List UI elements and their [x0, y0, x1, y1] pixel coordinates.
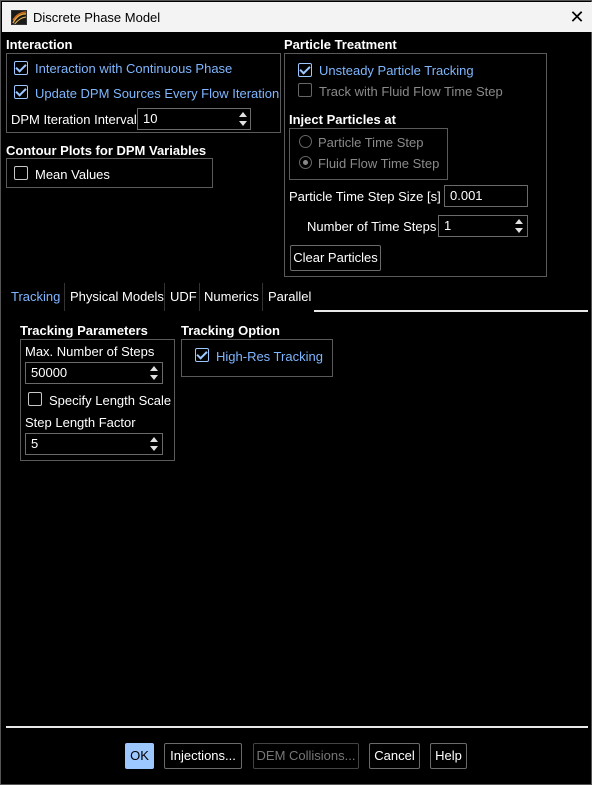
inject-header: Inject Particles at: [289, 112, 396, 127]
track-fluid-checkbox[interactable]: [298, 83, 312, 97]
step-size-value: 0.001: [450, 188, 483, 203]
continuous-phase-checkbox[interactable]: [14, 61, 28, 75]
window-title: Discrete Phase Model: [33, 10, 161, 25]
app-icon: [11, 10, 27, 25]
step-length-value: 5: [31, 436, 39, 451]
tab-tracking[interactable]: Tracking: [6, 283, 65, 311]
tab-parallel[interactable]: Parallel: [263, 283, 316, 311]
iteration-interval-value: 10: [143, 111, 158, 126]
step-length-stepper[interactable]: [148, 433, 162, 455]
tracking-params-header: Tracking Parameters: [20, 323, 148, 338]
specify-length-label: Specify Length Scale: [49, 393, 172, 408]
unsteady-tracking-checkbox[interactable]: [298, 63, 312, 77]
num-steps-value: 1: [444, 218, 452, 233]
clear-particles-button[interactable]: Clear Particles: [290, 245, 381, 271]
num-steps-label: Number of Time Steps: [307, 219, 437, 234]
max-steps-value: 50000: [31, 365, 68, 380]
max-steps-stepper[interactable]: [148, 362, 162, 384]
iteration-interval-input[interactable]: 10: [137, 108, 251, 130]
step-length-input[interactable]: 5: [25, 433, 163, 455]
unsteady-tracking-label: Unsteady Particle Tracking: [319, 63, 474, 78]
dialog-window: Discrete Phase Model ✕ Interaction Inter…: [0, 0, 592, 785]
max-steps-input[interactable]: 50000: [25, 362, 163, 384]
num-steps-stepper[interactable]: [513, 215, 527, 237]
iteration-interval-stepper[interactable]: [237, 108, 251, 130]
particle-treatment-header: Particle Treatment: [284, 37, 397, 52]
tab-underline: [314, 310, 588, 312]
update-sources-label: Update DPM Sources Every Flow Iteration: [35, 86, 280, 101]
radio-particle-time-step[interactable]: [299, 135, 312, 148]
fluid-flow-time-step-label: Fluid Flow Time Step: [318, 156, 440, 171]
update-sources-checkbox[interactable]: [14, 85, 28, 99]
ok-button[interactable]: OK: [125, 743, 154, 769]
step-length-label: Step Length Factor: [25, 415, 136, 430]
mean-values-checkbox[interactable]: [14, 166, 28, 180]
tab-numerics[interactable]: Numerics: [199, 283, 264, 311]
particle-time-step-label: Particle Time Step: [318, 135, 424, 150]
cancel-button[interactable]: Cancel: [369, 743, 420, 769]
continuous-phase-label: Interaction with Continuous Phase: [35, 61, 233, 76]
injections-button[interactable]: Injections...: [164, 743, 242, 769]
tab-udf[interactable]: UDF: [165, 283, 202, 311]
track-fluid-label: Track with Fluid Flow Time Step: [319, 84, 503, 99]
interaction-header: Interaction: [6, 37, 73, 52]
max-steps-label: Max. Number of Steps: [25, 344, 155, 359]
specify-length-checkbox[interactable]: [28, 392, 42, 406]
dem-collisions-button[interactable]: DEM Collisions...: [253, 743, 359, 769]
step-size-input[interactable]: 0.001: [444, 185, 528, 207]
high-res-checkbox[interactable]: [195, 348, 209, 362]
tab-physical-models[interactable]: Physical Models: [65, 283, 169, 311]
high-res-label: High-Res Tracking: [216, 349, 323, 364]
contour-header: Contour Plots for DPM Variables: [6, 143, 207, 158]
mean-values-label: Mean Values: [35, 167, 110, 182]
step-size-label: Particle Time Step Size [s]: [289, 189, 441, 204]
tracking-option-header: Tracking Option: [181, 323, 280, 338]
radio-fluid-flow-time-step[interactable]: [299, 156, 312, 169]
help-button[interactable]: Help: [430, 743, 467, 769]
footer-divider: [6, 726, 588, 728]
close-icon[interactable]: ✕: [565, 6, 589, 28]
iteration-interval-label: DPM Iteration Interval: [11, 112, 137, 127]
title-bar: Discrete Phase Model ✕: [2, 2, 592, 32]
